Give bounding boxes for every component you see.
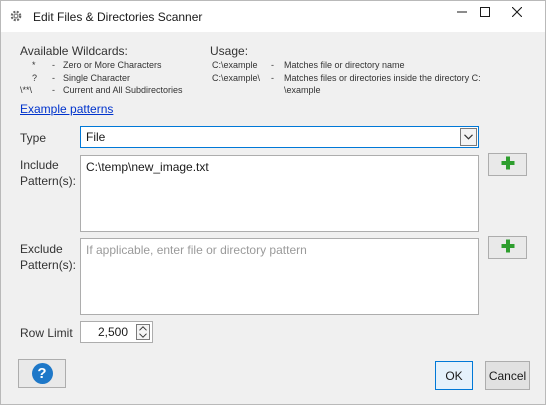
usage-dash: - <box>271 60 274 70</box>
exclude-label-line2: Pattern(s): <box>20 258 77 272</box>
help-icon: ? <box>31 363 53 384</box>
stepper-up-icon[interactable] <box>137 325 149 332</box>
plus-icon <box>501 156 515 173</box>
usage-desc: Matches file or directory name <box>284 60 405 70</box>
usage-title: Usage: <box>210 44 249 58</box>
exclude-label-line1: Exclude <box>20 242 63 256</box>
gear-icon <box>9 9 23 23</box>
usage-example: C:\example <box>212 60 258 70</box>
row-limit-value: 2,500 <box>97 325 128 339</box>
minimize-icon <box>457 6 467 20</box>
row-limit-stepper[interactable]: 2,500 <box>80 321 153 343</box>
stepper-buttons <box>136 324 150 340</box>
add-exclude-button[interactable] <box>488 236 527 259</box>
wildcard-symbol: * <box>32 60 36 70</box>
wildcard-desc: Single Character <box>63 73 131 83</box>
wildcard-desc: Current and All Subdirectories <box>63 85 183 95</box>
exclude-patterns-input[interactable]: If applicable, enter file or directory p… <box>80 238 479 315</box>
example-patterns-link[interactable]: Example patterns <box>20 102 113 116</box>
ok-button[interactable]: OK <box>435 361 473 390</box>
wildcard-dash: - <box>52 60 55 70</box>
dialog-window: Edit Files & Directories Scanner Availab… <box>0 0 546 405</box>
wildcard-symbol: \**\ <box>20 85 33 95</box>
wildcard-symbol: ? <box>32 73 38 83</box>
usage-example: C:\example\ <box>212 73 261 83</box>
usage-desc: Matches files or directories inside the … <box>284 73 481 83</box>
close-button[interactable] <box>502 1 532 25</box>
maximize-button[interactable] <box>470 1 500 25</box>
usage-desc: \example <box>284 85 321 95</box>
type-label: Type <box>20 131 47 145</box>
help-button[interactable]: ? <box>18 359 66 388</box>
include-label-line1: Include <box>20 158 59 172</box>
type-select-value: File <box>86 130 106 144</box>
row-limit-label: Row Limit <box>20 326 73 340</box>
wildcard-dash: - <box>52 85 55 95</box>
type-select[interactable]: File <box>80 126 479 148</box>
include-label: Include Pattern(s): <box>20 157 76 189</box>
chevron-down-icon[interactable] <box>460 128 477 146</box>
add-include-button[interactable] <box>488 153 527 176</box>
exclude-patterns-placeholder: If applicable, enter file or directory p… <box>86 243 307 257</box>
plus-icon <box>501 239 515 256</box>
include-label-line2: Pattern(s): <box>20 174 77 188</box>
maximize-icon <box>480 6 490 20</box>
include-patterns-value: C:\temp\new_image.txt <box>86 160 209 174</box>
cancel-button[interactable]: Cancel <box>485 361 530 390</box>
title-bar: Edit Files & Directories Scanner <box>1 1 545 32</box>
wildcard-desc: Zero or More Characters <box>63 60 162 70</box>
wildcard-dash: - <box>52 73 55 83</box>
wildcards-title: Available Wildcards: <box>20 44 128 58</box>
include-patterns-input[interactable]: C:\temp\new_image.txt <box>80 155 479 232</box>
dialog-content: Available Wildcards: * - Zero or More Ch… <box>1 32 545 404</box>
exclude-label: Exclude Pattern(s): <box>20 241 76 273</box>
window-title: Edit Files & Directories Scanner <box>33 10 203 24</box>
close-icon <box>511 6 523 20</box>
stepper-down-icon[interactable] <box>137 332 149 339</box>
usage-dash: - <box>271 73 274 83</box>
